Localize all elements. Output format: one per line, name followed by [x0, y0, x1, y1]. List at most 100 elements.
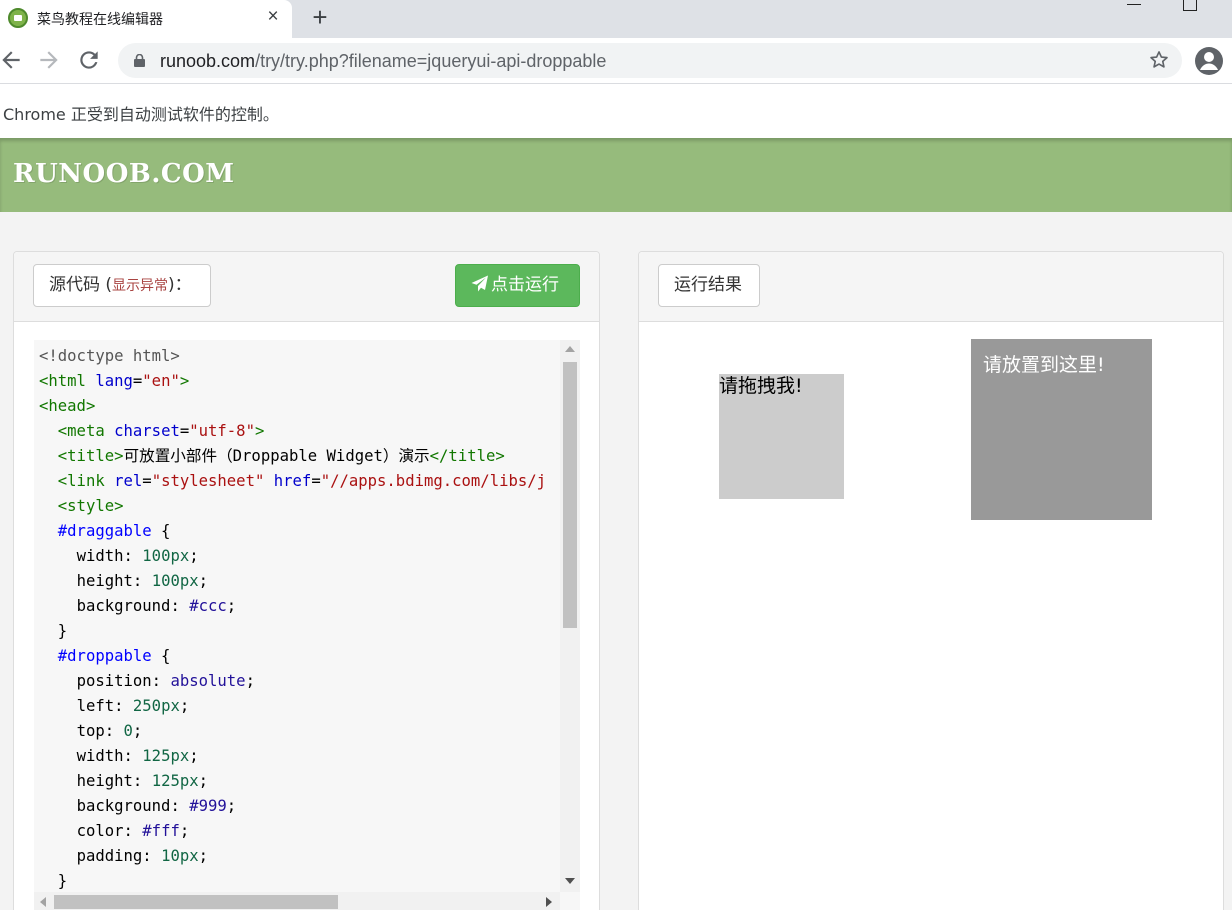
code-token: href — [273, 472, 312, 490]
source-panel: 源代码 (显示异常)： 点击运行 <!doctype html> <html la… — [13, 251, 600, 910]
code-line: left: 250px; — [39, 694, 559, 719]
code-token: = — [179, 422, 190, 440]
close-tab-icon[interactable]: × — [262, 6, 284, 28]
vertical-scroll-thumb[interactable] — [563, 362, 577, 628]
reload-icon[interactable] — [76, 47, 102, 73]
source-code-button[interactable]: 源代码 (显示异常)： — [33, 264, 211, 307]
code-token: "stylesheet" — [151, 472, 265, 490]
scroll-up-arrow-icon[interactable] — [565, 346, 575, 352]
code-token: ; — [198, 572, 209, 590]
forward-arrow-icon[interactable] — [36, 47, 62, 73]
code-token: { — [151, 522, 171, 540]
code-token: top — [76, 722, 105, 740]
code-line: <style> — [39, 494, 559, 519]
code-line: width: 100px; — [39, 544, 559, 569]
code-token: { — [151, 647, 171, 665]
code-line: background: #999; — [39, 794, 559, 819]
code-token: <link — [57, 472, 115, 490]
error-suffix: )： — [168, 275, 192, 295]
code-line: } — [39, 619, 559, 644]
code-line: height: 100px; — [39, 569, 559, 594]
code-token: background — [76, 797, 171, 815]
code-token: charset — [114, 422, 180, 440]
back-arrow-icon[interactable] — [0, 47, 24, 73]
code-token: = — [142, 472, 152, 490]
scroll-down-arrow-icon[interactable] — [565, 878, 575, 884]
horizontal-scroll-thumb[interactable] — [54, 895, 338, 909]
code-line: padding: 10px; — [39, 844, 559, 869]
code-line: top: 0; — [39, 719, 559, 744]
code-token: <meta — [57, 422, 115, 440]
code-line: } — [39, 869, 559, 894]
code-token: #fff — [142, 822, 180, 840]
site-logo[interactable]: RUNOOB.COM — [13, 159, 235, 189]
code-line: height: 125px; — [39, 769, 559, 794]
code-line: position: absolute; — [39, 669, 559, 694]
draggable-box[interactable]: 请拖拽我! — [719, 374, 844, 499]
code-token: : — [123, 747, 143, 765]
code-token: ; — [189, 547, 199, 565]
url-text[interactable]: runoob.com/try/try.php?filename=jqueryui… — [160, 51, 606, 72]
code-token: color — [76, 822, 124, 840]
code-token: : — [114, 697, 133, 715]
code-token: > — [254, 422, 265, 440]
bookmark-star-icon[interactable] — [1148, 49, 1170, 71]
code-token: #droppable — [57, 647, 152, 665]
code-editor[interactable]: <!doctype html> <html lang="en"> <head> <m… — [34, 340, 580, 910]
code-token: } — [39, 622, 68, 640]
code-token: 100px — [151, 572, 199, 590]
code-content[interactable]: <!doctype html> <html lang="en"> <head> <m… — [39, 344, 559, 894]
code-token: : — [132, 772, 152, 790]
code-token: : — [142, 847, 162, 865]
code-token: > — [179, 372, 190, 390]
address-bar[interactable]: runoob.com/try/try.php?filename=jqueryui… — [118, 43, 1182, 78]
code-token: height — [76, 772, 133, 790]
droppable-box[interactable]: 请放置到这里! — [971, 339, 1152, 520]
lock-icon[interactable] — [134, 54, 145, 67]
code-token: : — [170, 597, 190, 615]
tab-strip: 菜鸟教程在线编辑器 × + — [0, 0, 1232, 38]
scroll-right-arrow-icon[interactable] — [546, 897, 552, 907]
code-token: 可放置小部件（Droppable Widget）演示 — [123, 447, 430, 465]
code-line: #droppable { — [39, 644, 559, 669]
tab-title: 菜鸟教程在线编辑器 — [37, 12, 163, 28]
code-token: : — [123, 822, 143, 840]
vertical-scrollbar[interactable] — [560, 340, 580, 892]
code-line: #draggable { — [39, 519, 559, 544]
code-token: : — [104, 722, 124, 740]
code-line: <title>可放置小部件（Droppable Widget）演示</title… — [39, 444, 559, 469]
automation-infobar: Chrome 正受到自动测试软件的控制。 — [0, 84, 1232, 138]
scroll-left-arrow-icon[interactable] — [40, 897, 46, 907]
run-button[interactable]: 点击运行 — [455, 264, 580, 307]
code-line: <meta charset="utf-8"> — [39, 419, 559, 444]
profile-avatar-icon[interactable] — [1194, 46, 1224, 76]
error-prefix: ( — [100, 275, 113, 295]
new-tab-icon[interactable]: + — [306, 4, 334, 32]
browser-tab[interactable]: 菜鸟教程在线编辑器 × — [0, 0, 292, 38]
code-token: <html — [39, 372, 96, 390]
browser-toolbar: runoob.com/try/try.php?filename=jqueryui… — [0, 38, 1232, 84]
maximize-window-icon[interactable] — [1183, 0, 1197, 11]
code-token: ; — [179, 822, 190, 840]
code-token: ; — [198, 847, 209, 865]
result-panel: 运行结果 请拖拽我! 请放置到这里! — [638, 251, 1224, 910]
horizontal-scrollbar[interactable] — [34, 892, 560, 910]
minimize-window-icon[interactable] — [1127, 4, 1141, 5]
code-token: <head> — [39, 397, 96, 415]
code-token: ; — [189, 747, 199, 765]
code-token: } — [39, 872, 68, 890]
code-token: height — [76, 572, 133, 590]
code-token: <title> — [57, 447, 124, 465]
show-errors-link[interactable]: 显示异常 — [112, 278, 168, 294]
result-button[interactable]: 运行结果 — [658, 264, 760, 307]
site-header: RUNOOB.COM — [0, 138, 1232, 212]
code-line: width: 125px; — [39, 744, 559, 769]
